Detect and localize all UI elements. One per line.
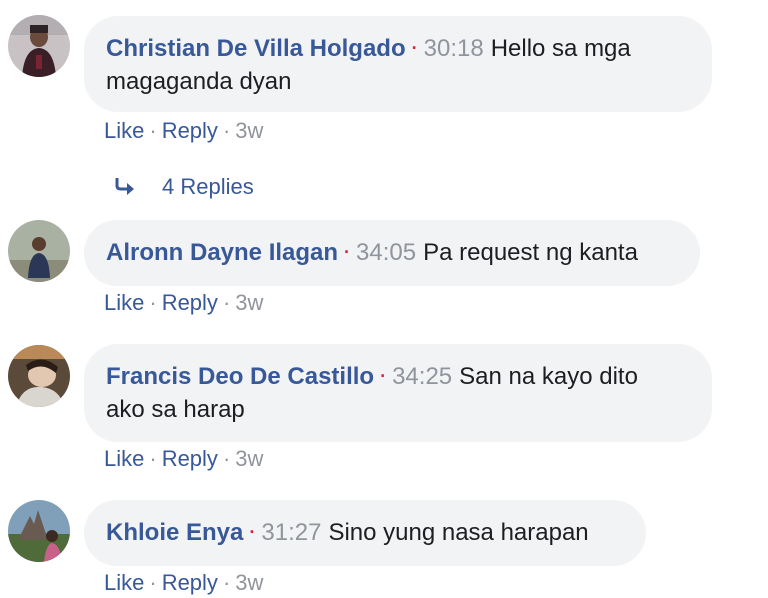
- comment-timestamp[interactable]: 30:18: [424, 35, 484, 62]
- comment-text: San na kayo dito: [459, 363, 638, 390]
- reply-link[interactable]: Reply: [162, 290, 218, 315]
- comment-timestamp[interactable]: 31:27: [261, 519, 321, 546]
- comment-age[interactable]: 3w: [235, 446, 263, 471]
- live-dot: ·: [380, 366, 387, 386]
- live-dot: ·: [411, 38, 418, 58]
- comment-item: Christian De Villa Holgado · 30:18 Hello sa…: [0, 0, 768, 150]
- comment-age[interactable]: 3w: [235, 118, 263, 143]
- live-dot: ·: [344, 242, 351, 262]
- like-link[interactable]: Like: [104, 446, 144, 471]
- reply-link[interactable]: Reply: [162, 570, 218, 595]
- comment-text-cont: ako sa harap: [106, 396, 245, 423]
- comment-text: Sino yung nasa harapan: [328, 519, 589, 546]
- comment-actions: Like · Reply · 3w: [104, 118, 263, 144]
- comment-item: Francis Deo De Castillo · 34:25 San na kayo…: [0, 340, 768, 480]
- comment-timestamp[interactable]: 34:25: [392, 363, 452, 390]
- comment-timestamp[interactable]: 34:05: [356, 239, 416, 266]
- comment-author[interactable]: Khloie Enya: [106, 519, 243, 546]
- replies-label: 4 Replies: [162, 174, 254, 199]
- live-dot: ·: [249, 522, 256, 542]
- comment-age[interactable]: 3w: [235, 570, 263, 595]
- comment-item: Alronn Dayne Ilagan · 34:05 Pa request ng k…: [0, 214, 768, 324]
- view-replies-link[interactable]: 4 Replies: [114, 174, 254, 200]
- comment-author[interactable]: Francis Deo De Castillo: [106, 363, 374, 390]
- avatar[interactable]: [8, 220, 70, 282]
- comment-actions: Like · Reply · 3w: [104, 446, 263, 472]
- comment-text-cont: magaganda dyan: [106, 68, 292, 95]
- comment-author[interactable]: Alronn Dayne Ilagan: [106, 239, 338, 266]
- reply-link[interactable]: Reply: [162, 446, 218, 471]
- avatar[interactable]: [8, 500, 70, 562]
- reply-link[interactable]: Reply: [162, 118, 218, 143]
- comment-bubble: Khloie Enya · 31:27 Sino yung nasa harapan: [84, 500, 646, 566]
- separator: ·: [149, 290, 157, 315]
- avatar[interactable]: [8, 15, 70, 77]
- like-link[interactable]: Like: [104, 570, 144, 595]
- comment-item: Khloie Enya · 31:27 Sino yung nasa harapan …: [0, 494, 768, 598]
- avatar[interactable]: [8, 345, 70, 407]
- comment-bubble: Francis Deo De Castillo · 34:25 San na kayo…: [84, 344, 712, 442]
- comment-actions: Like · Reply · 3w: [104, 290, 263, 316]
- separator: ·: [149, 570, 157, 595]
- separator: ·: [222, 570, 231, 595]
- comment-bubble: Alronn Dayne Ilagan · 34:05 Pa request ng k…: [84, 220, 700, 286]
- like-link[interactable]: Like: [104, 118, 144, 143]
- separator: ·: [149, 446, 157, 471]
- reply-arrow-icon: [115, 178, 134, 195]
- comment-author[interactable]: Christian De Villa Holgado: [106, 35, 406, 62]
- separator: ·: [222, 290, 231, 315]
- comment-text: Hello sa mga: [490, 35, 631, 62]
- comment-bubble: Christian De Villa Holgado · 30:18 Hello sa…: [84, 16, 712, 112]
- like-link[interactable]: Like: [104, 290, 144, 315]
- comment-age[interactable]: 3w: [235, 290, 263, 315]
- separator: ·: [149, 118, 157, 143]
- separator: ·: [222, 446, 231, 471]
- comment-actions: Like · Reply · 3w: [104, 570, 263, 596]
- separator: ·: [222, 118, 231, 143]
- comment-text: Pa request ng kanta: [423, 239, 638, 266]
